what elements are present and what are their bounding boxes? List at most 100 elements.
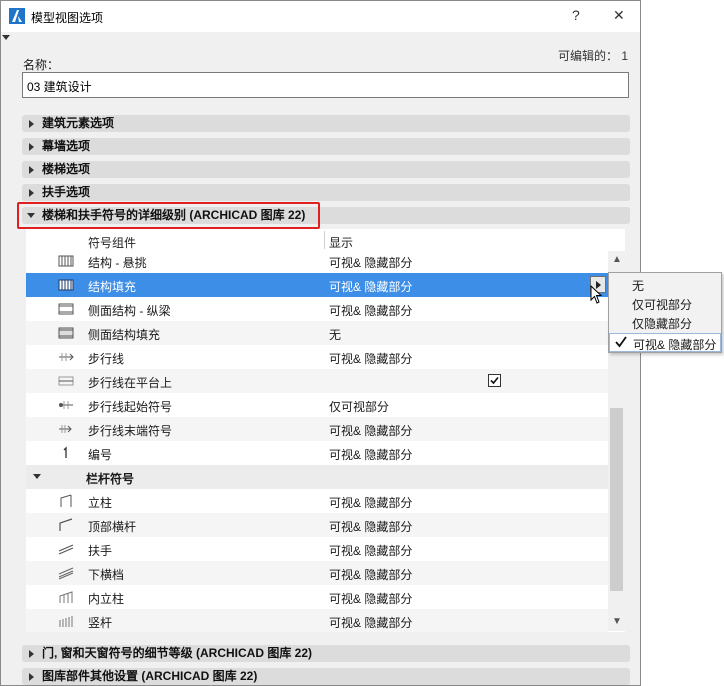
walking-line-landing-checkbox[interactable] (488, 374, 501, 387)
highlight-annotation (17, 202, 320, 229)
top-rail-icon (59, 518, 73, 531)
scrollbar-thumb[interactable] (610, 408, 623, 591)
model-view-options-dialog: 模型视图选项 ? ✕ 名称： 可编辑的： 1 03 建筑设计 建筑元素选项 幕墙… (0, 0, 641, 686)
display-options-dropdown: 无 仅可视部分 仅隐藏部分 可视& 隐藏部分 (608, 272, 722, 353)
table-row[interactable]: 步行线在平台上 (26, 369, 608, 393)
scroll-down-icon[interactable]: ▼ (612, 616, 622, 627)
walking-line-end-icon (59, 425, 72, 433)
table-row[interactable]: 扶手 可视& 隐藏部分 (26, 537, 608, 561)
table-row[interactable]: 立柱 可视& 隐藏部分 (26, 489, 608, 513)
name-label: 名称： (23, 58, 60, 72)
table-row[interactable]: 编号 可视& 隐藏部分 (26, 441, 608, 465)
walking-line-start-icon (59, 401, 73, 409)
walking-line-icon (59, 353, 74, 361)
section-label: 楼梯选项 (42, 162, 91, 176)
component-name: 侧面结构填充 (88, 328, 161, 342)
menu-item-visible-only[interactable]: 仅可视部分 (609, 294, 721, 313)
expand-arrow-icon (29, 189, 34, 197)
title-bar: 模型视图选项 ? ✕ (1, 1, 640, 32)
table-group-railing-symbols[interactable]: 栏杆符号 (26, 465, 608, 489)
component-name: 结构 - 悬挑 (88, 256, 147, 270)
component-name: 侧面结构 - 纵梁 (88, 304, 171, 318)
close-button[interactable]: ✕ (613, 7, 625, 24)
baluster-icon (59, 616, 73, 627)
component-name: 步行线末端符号 (88, 424, 173, 438)
stair-structure-icon (58, 255, 74, 267)
section-label: 幕墙选项 (42, 139, 91, 153)
editable-count: 可编辑的： 1 (557, 49, 628, 63)
help-button[interactable]: ? (572, 7, 580, 23)
section-library-other-settings[interactable]: 图库部件其他设置 (ARCHICAD 图库 22) (22, 668, 630, 685)
section-label: 图库部件其他设置 (ARCHICAD 图库 22) (42, 669, 258, 683)
section-label: 扶手选项 (42, 185, 91, 199)
scroll-up-icon[interactable]: ▲ (612, 254, 622, 265)
display-value[interactable]: 可视& 隐藏部分 (329, 302, 412, 319)
table-row[interactable]: 内立柱 可视& 隐藏部分 (26, 585, 608, 609)
mouse-cursor-icon (590, 285, 603, 304)
component-name: 顶部横杆 (88, 520, 137, 534)
component-name: 竖杆 (88, 616, 113, 630)
column-divider[interactable] (324, 231, 325, 249)
stringer-icon (58, 303, 74, 315)
display-value[interactable]: 可视& 隐藏部分 (329, 614, 412, 631)
bottom-rail-icon (58, 567, 74, 580)
section-railing[interactable]: 扶手选项 (22, 184, 630, 201)
expand-arrow-icon (29, 673, 34, 681)
table-row-selected[interactable]: 结构填充 可视& 隐藏部分 (26, 273, 608, 297)
table-row[interactable]: 下横档 可视& 隐藏部分 (26, 561, 608, 585)
table-row[interactable]: 顶部横杆 可视& 隐藏部分 (26, 513, 608, 537)
component-name: 步行线起始符号 (88, 400, 173, 414)
table-row[interactable]: 竖杆 可视& 隐藏部分 (26, 609, 608, 632)
section-label: 建筑元素选项 (42, 116, 115, 130)
table-row[interactable]: 步行线起始符号 仅可视部分 (26, 393, 608, 417)
section-building-elements[interactable]: 建筑元素选项 (22, 115, 630, 132)
component-name: 步行线 (88, 352, 125, 366)
display-value[interactable]: 可视& 隐藏部分 (329, 350, 412, 367)
display-value[interactable]: 可视& 隐藏部分 (329, 566, 412, 583)
section-stair[interactable]: 楼梯选项 (22, 161, 630, 178)
component-name: 扶手 (88, 544, 113, 558)
component-name: 下横档 (88, 568, 125, 582)
expand-arrow-icon (29, 166, 34, 174)
display-value[interactable]: 可视& 隐藏部分 (329, 494, 412, 511)
display-value[interactable]: 可视& 隐藏部分 (329, 278, 412, 295)
corner-dropdown-icon[interactable] (2, 35, 10, 40)
display-value[interactable]: 无 (329, 326, 341, 343)
menu-item-visible-and-hidden[interactable]: 可视& 隐藏部分 (609, 333, 721, 352)
table-row[interactable]: 侧面结构填充 无 (26, 321, 608, 345)
numbering-icon (63, 446, 67, 458)
checkmark-icon (615, 336, 627, 348)
name-input[interactable]: 03 建筑设计 (22, 72, 629, 98)
section-door-window-symbol-detail[interactable]: 门, 窗和天窗符号的细节等级 (ARCHICAD 图库 22) (22, 645, 630, 662)
display-value[interactable]: 可视& 隐藏部分 (329, 422, 412, 439)
table-row[interactable]: 结构 - 悬挑 可视& 隐藏部分 (26, 249, 608, 273)
display-value[interactable]: 仅可视部分 (329, 398, 389, 415)
walking-line-landing-icon (58, 376, 74, 386)
component-name: 结构填充 (88, 280, 137, 294)
display-value[interactable]: 可视& 隐藏部分 (329, 590, 412, 607)
collapse-arrow-icon (33, 474, 41, 479)
table-row[interactable]: 步行线末端符号 可视& 隐藏部分 (26, 417, 608, 441)
checkmark-icon (490, 376, 499, 385)
symbol-component-table: 符号组件 显示 结构 - 悬挑 可视& 隐藏部分 结构填充 可视& 隐藏部分 侧… (26, 229, 625, 632)
component-name: 内立柱 (88, 592, 125, 606)
display-value[interactable]: 可视& 隐藏部分 (329, 254, 412, 271)
table-row[interactable]: 侧面结构 - 纵梁 可视& 隐藏部分 (26, 297, 608, 321)
stringer-fill-icon (58, 327, 74, 339)
section-curtain-wall[interactable]: 幕墙选项 (22, 138, 630, 155)
archicad-app-icon (9, 8, 25, 24)
stair-structure-fill-icon (58, 279, 74, 291)
component-name: 立柱 (88, 496, 113, 510)
display-value[interactable]: 可视& 隐藏部分 (329, 446, 412, 463)
group-label: 栏杆符号 (86, 472, 135, 486)
display-value[interactable]: 可视& 隐藏部分 (329, 542, 412, 559)
menu-item-hidden-only[interactable]: 仅隐藏部分 (609, 313, 721, 332)
post-icon (60, 494, 72, 507)
menu-item-none[interactable]: 无 (609, 275, 721, 294)
table-header: 符号组件 显示 (26, 229, 608, 251)
table-row[interactable]: 步行线 可视& 隐藏部分 (26, 345, 608, 369)
component-name: 步行线在平台上 (88, 376, 173, 390)
display-value[interactable]: 可视& 隐藏部分 (329, 518, 412, 535)
handrail-icon (58, 544, 74, 555)
dialog-title: 模型视图选项 (31, 11, 104, 25)
